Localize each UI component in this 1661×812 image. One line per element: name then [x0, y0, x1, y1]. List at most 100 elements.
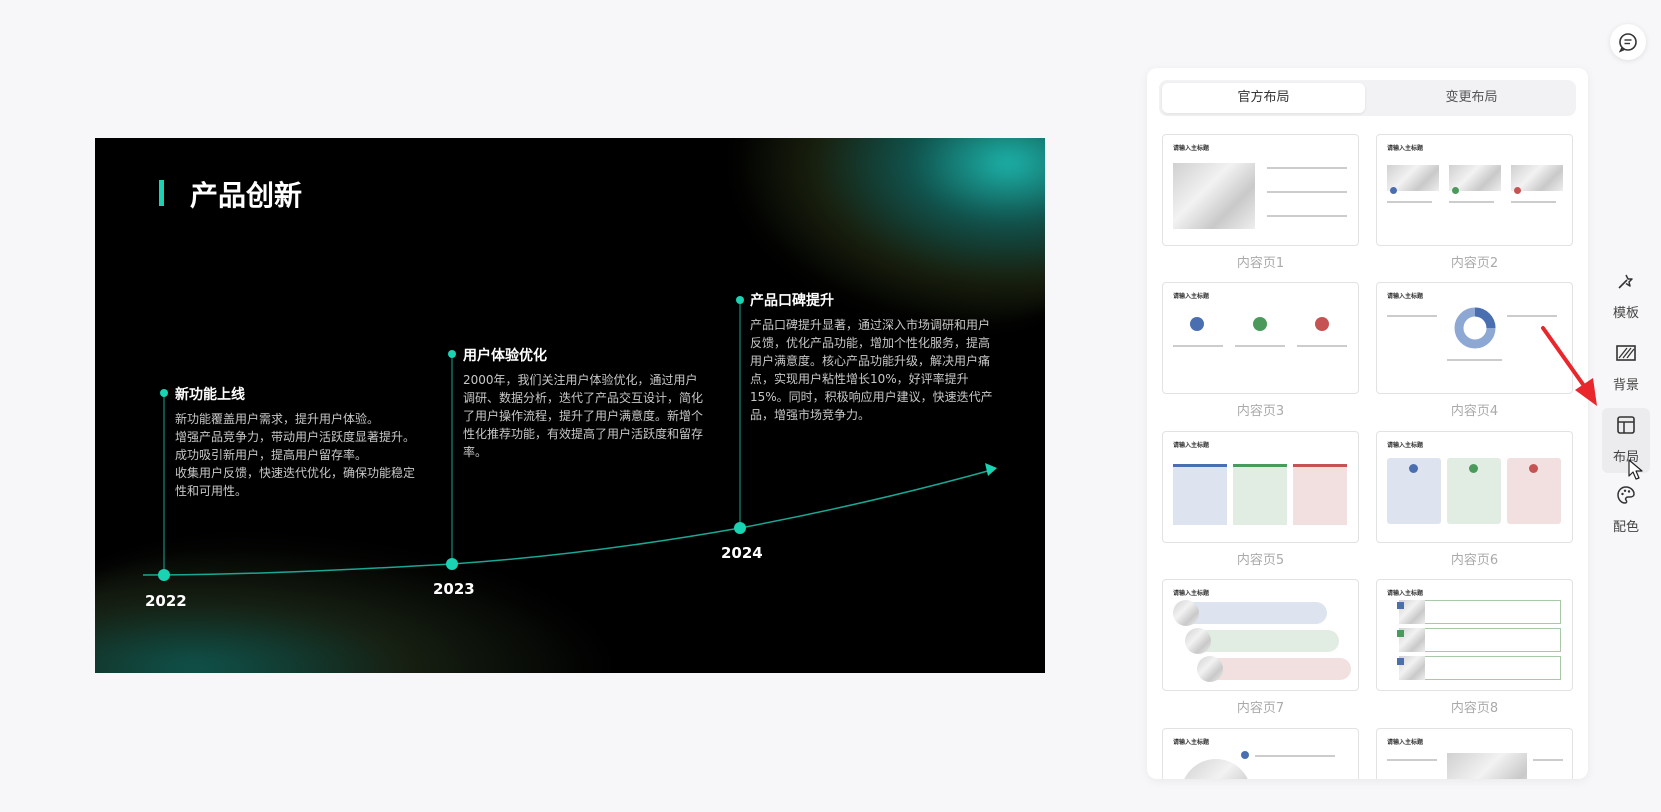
layout-option[interactable]: 请输入主标题 内容页6 — [1376, 431, 1573, 568]
thumb-caption: 内容页7 — [1236, 701, 1285, 716]
thumb-title: 请输入主标题 — [1173, 590, 1210, 597]
thumb-card — [1233, 464, 1287, 525]
thumb-text-line — [1297, 345, 1347, 347]
milestone-2022[interactable]: 新功能上线 新功能覆盖用户需求，提升用户体验。 增强产品竞争力，带动用户活跃度显… — [175, 384, 420, 500]
milestone-heading: 新功能上线 — [175, 387, 245, 403]
year-label: 2023 — [433, 580, 475, 598]
thumb-caption: 内容页8 — [1450, 701, 1499, 716]
milestone-body: 产品口碑提升显著，通过深入市场调研和用户反馈，优化产品功能，增加个性化服务，提高… — [750, 318, 993, 422]
thumb-text-line — [1533, 759, 1563, 761]
layout-option[interactable]: 请输入主标题 内容页8 — [1376, 579, 1573, 716]
magic-wand-icon — [1618, 274, 1633, 289]
year-label: 2024 — [721, 544, 763, 562]
thumb-caption: 内容页2 — [1450, 256, 1499, 271]
thumb-avatar — [1197, 656, 1223, 682]
layout-option[interactable]: 请输入主标题 — [1376, 728, 1573, 779]
layout-thumbnail[interactable]: 请输入主标题 — [1376, 431, 1573, 543]
layout-thumbnail[interactable]: 请输入主标题 — [1376, 728, 1573, 779]
thumb-image — [1181, 759, 1251, 779]
thumb-text-line — [1235, 345, 1285, 347]
thumb-card — [1293, 464, 1347, 525]
thumb-title: 请输入主标题 — [1387, 442, 1424, 449]
layout-thumbnail[interactable]: 请输入主标题 — [1162, 134, 1359, 246]
layout-thumbnail[interactable]: 请输入主标题 — [1376, 134, 1573, 246]
thumb-dot — [1529, 464, 1538, 473]
thumb-text-line — [1267, 191, 1347, 193]
layout-option[interactable]: 请输入主标题 内容页5 — [1162, 431, 1359, 568]
thumb-dot — [1409, 464, 1418, 473]
layout-icon — [1617, 416, 1635, 434]
thumb-dot — [1469, 464, 1478, 473]
thumb-text-line — [1511, 201, 1556, 203]
thumb-caption: 内容页1 — [1236, 256, 1285, 271]
thumb-card — [1173, 464, 1227, 525]
layout-thumbnail[interactable]: 请输入主标题 — [1162, 282, 1359, 394]
thumb-title: 请输入主标题 — [1173, 293, 1210, 300]
thumb-title: 请输入主标题 — [1173, 145, 1210, 152]
thumb-image — [1173, 163, 1255, 229]
milestone-body: 新功能覆盖用户需求，提升用户体验。 增强产品竞争力，带动用户活跃度显著提升。 成… — [175, 412, 416, 498]
layout-option[interactable]: 请输入主标题 内容页1 — [1162, 134, 1359, 271]
thumb-text-line — [1387, 315, 1437, 317]
layout-tabs: 官方布局 变更布局 — [1159, 80, 1576, 116]
sidebar-item-label: 模板 — [1612, 306, 1639, 321]
thumb-avatar — [1185, 628, 1211, 654]
thumb-text-line — [1267, 167, 1347, 169]
milestone-2023[interactable]: 用户体验优化 2000年，我们关注用户体验优化，通过用户调研、数据分析，迭代了产… — [463, 345, 708, 461]
year-label: 2022 — [145, 592, 187, 610]
chat-button[interactable] — [1610, 24, 1646, 60]
thumb-marker — [1397, 658, 1404, 665]
palette-icon — [1617, 486, 1635, 504]
thumb-text-line — [1173, 345, 1223, 347]
thumb-avatar — [1173, 600, 1199, 626]
thumb-text-line — [1447, 359, 1502, 361]
thumb-dot — [1390, 187, 1397, 194]
layout-option[interactable]: 请输入主标题 内容页3 — [1162, 282, 1359, 419]
layout-thumbnail[interactable]: 请输入主标题 — [1162, 728, 1359, 779]
sidebar-item-color[interactable]: 配色 — [1602, 484, 1650, 535]
thumb-title: 请输入主标题 — [1173, 442, 1210, 449]
layout-thumbnail[interactable]: 请输入主标题 — [1162, 431, 1359, 543]
thumb-dot — [1452, 187, 1459, 194]
thumb-text-line — [1255, 755, 1335, 757]
thumb-title: 请输入主标题 — [1173, 739, 1210, 746]
sidebar-item-template[interactable]: 模板 — [1602, 270, 1650, 321]
thumb-marker — [1397, 602, 1404, 609]
milestone-2024[interactable]: 产品口碑提升 产品口碑提升显著，通过深入市场调研和用户反馈，优化产品功能，增加个… — [750, 290, 995, 424]
chat-icon — [1618, 33, 1637, 53]
thumb-marker — [1397, 630, 1404, 637]
milestone-heading: 产品口碑提升 — [750, 293, 834, 309]
milestone-heading: 用户体验优化 — [463, 348, 547, 364]
thumb-title: 请输入主标题 — [1387, 293, 1424, 300]
layout-option[interactable]: 请输入主标题 — [1162, 728, 1359, 779]
thumb-dot — [1315, 317, 1329, 331]
layout-option[interactable]: 请输入主标题 内容页2 — [1376, 134, 1573, 271]
thumb-dot — [1253, 317, 1267, 331]
thumb-text-line — [1449, 201, 1494, 203]
sidebar-item-label: 背景 — [1612, 378, 1639, 393]
thumb-dot — [1514, 187, 1521, 194]
tab-official-layout[interactable]: 官方布局 — [1162, 83, 1365, 113]
milestone-body: 2000年，我们关注用户体验优化，通过用户调研、数据分析，迭代了产品交互设计，简… — [463, 373, 704, 459]
thumb-caption: 内容页5 — [1236, 553, 1285, 568]
annotation-arrow-icon — [1541, 326, 1597, 406]
background-hatch-icon — [1616, 345, 1636, 361]
thumb-dot — [1241, 751, 1249, 759]
thumb-title: 请输入主标题 — [1387, 739, 1424, 746]
thumb-text-line — [1267, 215, 1347, 217]
slide-canvas[interactable]: 产品创新 新功能上线 新功能覆盖用户需求，提升用户体验。 增强产品竞争力，带动用… — [95, 138, 1045, 673]
thumb-title: 请输入主标题 — [1387, 145, 1424, 152]
layout-panel: 官方布局 变更布局 请输入主标题 内容页1 请输入主标题 内容页2 请输入主标题… — [1147, 68, 1588, 779]
thumb-text-line — [1507, 315, 1557, 317]
layout-option[interactable]: 请输入主标题 内容页7 — [1162, 579, 1359, 716]
sidebar-item-background[interactable]: 背景 — [1602, 342, 1650, 393]
layout-thumbnail[interactable]: 请输入主标题 — [1376, 579, 1573, 691]
thumb-dot — [1190, 317, 1204, 331]
tab-change-layout[interactable]: 变更布局 — [1370, 83, 1573, 113]
layout-thumbnail[interactable]: 请输入主标题 — [1162, 579, 1359, 691]
thumb-caption: 内容页3 — [1236, 404, 1285, 419]
thumb-caption: 内容页6 — [1450, 553, 1499, 568]
thumb-donut — [1454, 307, 1496, 349]
thumb-title: 请输入主标题 — [1387, 590, 1424, 597]
sidebar-item-label: 配色 — [1612, 520, 1639, 535]
